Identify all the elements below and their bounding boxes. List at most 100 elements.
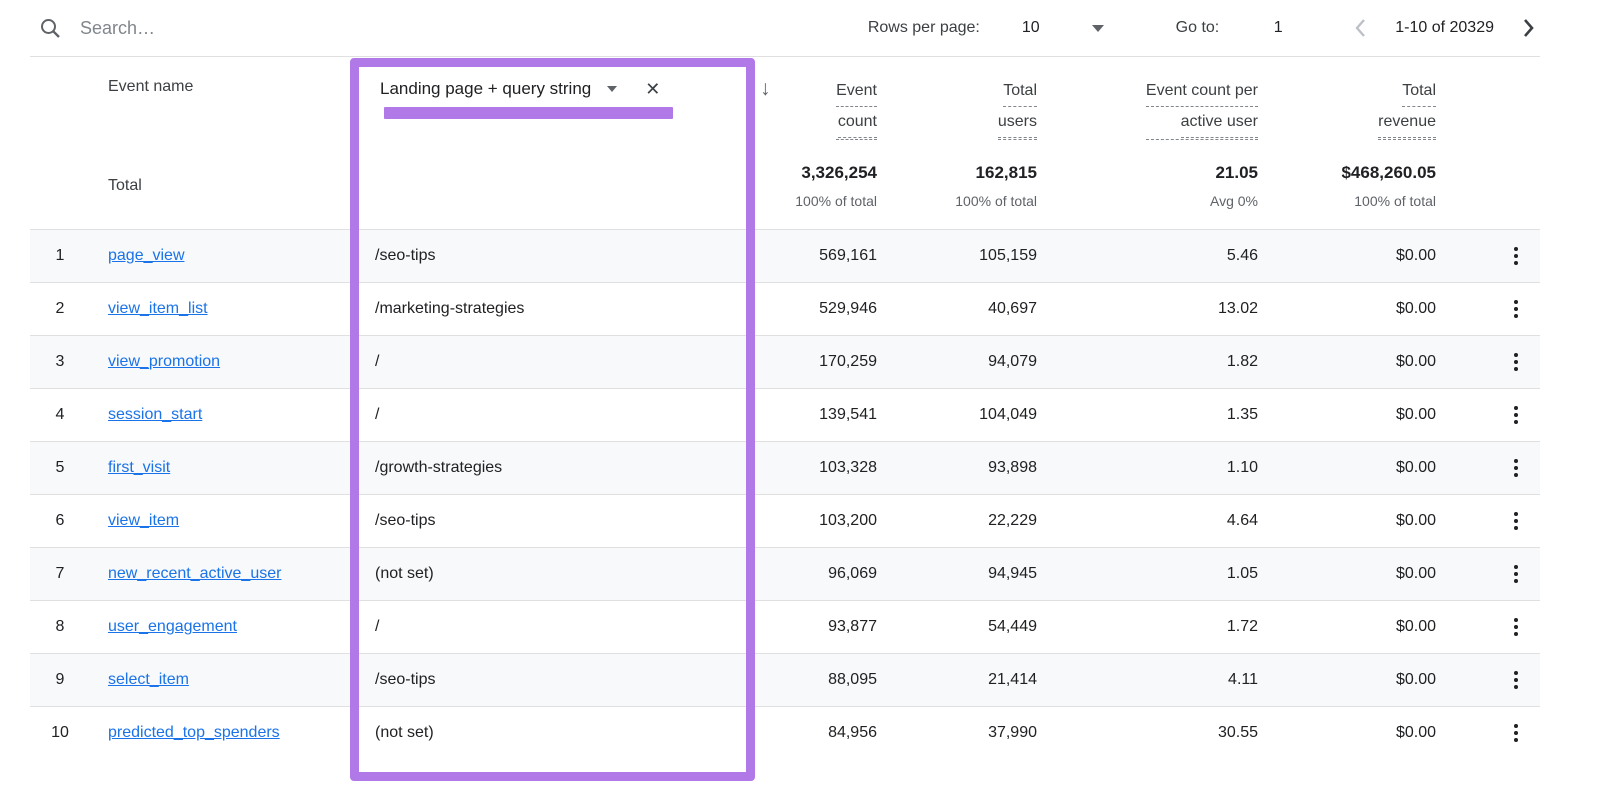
secondary-dimension-label[interactable]: Landing page + query string	[380, 79, 591, 99]
dimension-value: /	[375, 406, 380, 423]
table-body: 1 page_view /seo-tips 569,161 105,159 5.…	[30, 229, 1540, 759]
total-users-value: 94,945	[988, 565, 1037, 582]
event-count-per-user-value: 4.11	[1228, 671, 1258, 688]
table-row: 3 view_promotion / 170,259 94,079 1.82 $…	[30, 335, 1540, 388]
search-input[interactable]	[80, 17, 380, 39]
table-row: 10 predicted_top_spenders (not set) 84,9…	[30, 706, 1540, 759]
dimension-value: /marketing-strategies	[375, 300, 525, 317]
event-count-per-user-value: 30.55	[1217, 724, 1258, 741]
table-row: 6 view_item /seo-tips 103,200 22,229 4.6…	[30, 494, 1540, 547]
total-revenue-value: $0.00	[1395, 724, 1436, 741]
total-revenue-value: $0.00	[1395, 512, 1436, 529]
total-revenue-value: $0.00	[1395, 671, 1436, 688]
event-name-link[interactable]: session_start	[108, 406, 202, 423]
row-menu-kebab-icon[interactable]	[1508, 614, 1524, 640]
total-revenue-value: $0.00	[1395, 565, 1436, 582]
previous-page-button[interactable]	[1353, 17, 1369, 39]
next-page-button[interactable]	[1520, 17, 1536, 39]
table-row: 4 session_start / 139,541 104,049 1.35 $…	[30, 388, 1540, 441]
dimension-value: (not set)	[375, 565, 434, 582]
event-count-per-user-value: 1.35	[1226, 406, 1258, 423]
chevron-down-icon[interactable]	[607, 86, 618, 92]
row-menu-kebab-icon[interactable]	[1508, 561, 1524, 587]
total-event-count: 3,326,254 100% of total	[795, 163, 877, 209]
event-name-link[interactable]: view_item_list	[108, 300, 208, 317]
table-toolbar: Rows per page: 10 Go to: 1-10 of 20329	[30, 0, 1540, 57]
dimension-value: /growth-strategies	[375, 459, 503, 476]
event-name-link[interactable]: page_view	[108, 247, 185, 264]
dimension-value: (not set)	[375, 724, 434, 741]
total-users-value: 21,414	[988, 671, 1037, 688]
dimension-value: /seo-tips	[375, 512, 436, 529]
column-header-event-count-per-active-user[interactable]: Event count per active user	[1145, 76, 1258, 140]
row-menu-kebab-icon[interactable]	[1508, 296, 1524, 322]
row-number: 7	[55, 565, 65, 582]
event-name-link[interactable]: view_item	[108, 512, 179, 529]
row-menu-kebab-icon[interactable]	[1508, 508, 1524, 534]
sort-descending-icon[interactable]: ↓	[760, 77, 771, 101]
event-name-link[interactable]: new_recent_active_user	[108, 565, 281, 582]
row-number: 10	[51, 724, 69, 741]
table-row: 9 select_item /seo-tips 88,095 21,414 4.…	[30, 653, 1540, 706]
event-count-value: 88,095	[828, 671, 877, 688]
row-menu-kebab-icon[interactable]	[1508, 243, 1524, 269]
event-name-link[interactable]: predicted_top_spenders	[108, 724, 280, 741]
go-to-page-input[interactable]	[1265, 19, 1292, 37]
table-search[interactable]	[30, 16, 380, 40]
event-count-per-user-value: 4.64	[1226, 512, 1258, 529]
total-revenue-value: $0.00	[1395, 406, 1436, 423]
row-menu-kebab-icon[interactable]	[1508, 720, 1524, 746]
event-name-link[interactable]: user_engagement	[108, 618, 237, 635]
event-count-value: 103,200	[819, 512, 877, 529]
row-menu-kebab-icon[interactable]	[1508, 349, 1524, 375]
row-menu-kebab-icon[interactable]	[1508, 455, 1524, 481]
row-menu-kebab-icon[interactable]	[1508, 667, 1524, 693]
table-header: Event name Landing page + query string ✕…	[30, 57, 1540, 229]
total-revenue: $468,260.05 100% of total	[1341, 163, 1436, 209]
row-menu-kebab-icon[interactable]	[1508, 402, 1524, 428]
total-revenue-value: $0.00	[1395, 618, 1436, 635]
event-count-value: 569,161	[819, 247, 877, 264]
total-users-value: 22,229	[988, 512, 1037, 529]
row-number: 9	[55, 671, 65, 688]
total-revenue-value: $0.00	[1395, 459, 1436, 476]
event-count-per-user-value: 1.10	[1226, 459, 1258, 476]
event-count-value: 529,946	[819, 300, 877, 317]
chevron-down-icon	[1091, 24, 1104, 32]
total-users-value: 94,079	[988, 353, 1037, 370]
rows-per-page-select[interactable]: 10	[1022, 19, 1104, 37]
column-header-total-users[interactable]: Total users	[997, 76, 1037, 140]
column-header-event-count[interactable]: Event count	[836, 76, 877, 140]
total-users-value: 54,449	[988, 618, 1037, 635]
search-icon	[38, 16, 62, 40]
close-icon[interactable]: ✕	[645, 80, 660, 98]
total-users-value: 40,697	[988, 300, 1037, 317]
event-name-link[interactable]: view_promotion	[108, 353, 220, 370]
event-name-link[interactable]: first_visit	[108, 459, 170, 476]
total-users-value: 104,049	[979, 406, 1037, 423]
event-count-value: 139,541	[819, 406, 877, 423]
event-count-value: 96,069	[828, 565, 877, 582]
table-row: 1 page_view /seo-tips 569,161 105,159 5.…	[30, 229, 1540, 282]
event-count-per-user-value: 13.02	[1217, 300, 1258, 317]
pagination-controls: Rows per page: 10 Go to: 1-10 of 20329	[868, 17, 1540, 39]
event-count-value: 84,956	[828, 724, 877, 741]
event-count-value: 170,259	[819, 353, 877, 370]
event-count-value: 93,877	[828, 618, 877, 635]
total-revenue-value: $0.00	[1395, 300, 1436, 317]
row-number: 6	[55, 512, 65, 529]
row-number: 2	[55, 300, 65, 317]
event-name-link[interactable]: select_item	[108, 671, 189, 688]
rows-per-page-value: 10	[1021, 19, 1040, 36]
total-users-value: 93,898	[988, 459, 1037, 476]
table-row: 7 new_recent_active_user (not set) 96,06…	[30, 547, 1540, 600]
total-users: 162,815 100% of total	[955, 163, 1037, 209]
dimension-value: /	[375, 353, 380, 370]
event-count-per-user-value: 1.82	[1226, 353, 1258, 370]
column-header-total-revenue[interactable]: Total revenue	[1378, 76, 1436, 140]
event-count-per-user-value: 5.46	[1226, 247, 1258, 264]
total-event-count-per-active-user: 21.05 Avg 0%	[1210, 163, 1258, 209]
row-number: 5	[55, 459, 65, 476]
row-number: 1	[55, 247, 65, 264]
column-header-event-name[interactable]: Event name	[108, 78, 193, 96]
